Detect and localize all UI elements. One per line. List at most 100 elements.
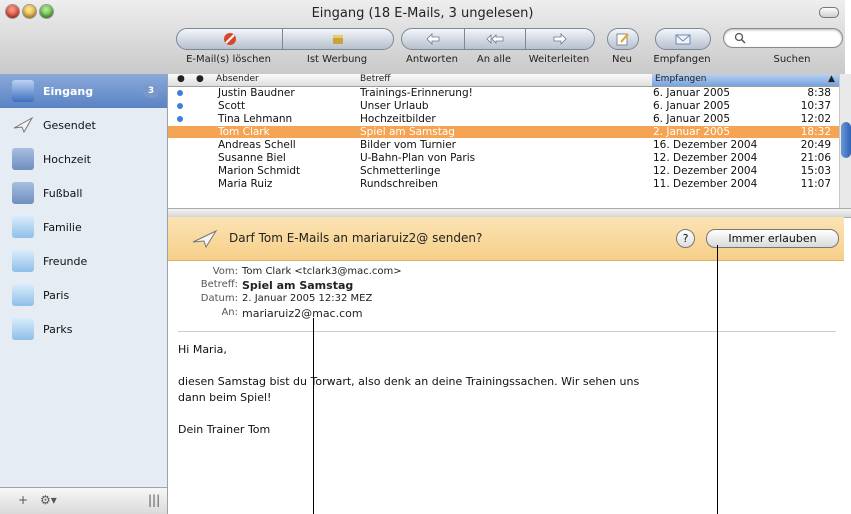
signature: Dein Trainer Tom — [178, 423, 271, 436]
row-date: 6. Januar 2005 — [653, 113, 731, 125]
junk-button[interactable] — [282, 28, 394, 50]
sidebar-item-label: Freunde — [43, 254, 88, 268]
resize-handle-icon[interactable]: ||| — [148, 493, 160, 507]
sidebar-item-familie[interactable]: Familie — [0, 210, 167, 244]
sidebar-footer: + ⚙▾ ||| — [0, 487, 167, 514]
from-key: Vom: — [212, 266, 238, 277]
search-icon — [734, 32, 746, 44]
delete-button[interactable] — [176, 28, 283, 50]
sidebar-item-parks[interactable]: Parks — [0, 312, 167, 346]
sidebar-item-label: Eingang — [43, 84, 94, 98]
header-divider — [178, 331, 836, 332]
row-time: 12:02 — [800, 113, 831, 125]
inbox-icon — [12, 80, 34, 102]
table-row[interactable]: Maria Ruiz Rundschreiben 11. Dezember 20… — [168, 178, 839, 190]
row-sender: Maria Ruiz — [218, 178, 273, 190]
sidebar-item-label: Familie — [43, 220, 82, 234]
unread-dot-icon — [177, 103, 183, 109]
table-row[interactable]: Justin Baudner Trainings-Erinnerung! 6. … — [168, 87, 839, 99]
row-time: 18:32 — [800, 126, 831, 138]
junk-icon — [333, 35, 343, 44]
table-row[interactable]: Tina Lehmann Hochzeitbilder 6. Januar 20… — [168, 113, 839, 125]
search-label: Suchen — [773, 54, 811, 65]
row-sender: Susanne Biel — [218, 152, 286, 164]
sent-paper-plane-icon — [12, 114, 34, 136]
table-row[interactable]: Marion Schmidt Schmetterlinge 12. Dezemb… — [168, 165, 839, 177]
sidebar-item-label: Fußball — [43, 186, 83, 200]
callout-line — [313, 318, 314, 514]
column-received[interactable]: Empfangen — [655, 74, 707, 84]
message-header: Vom: Tom Clark <tclark3@mac.com> Betreff… — [168, 262, 844, 330]
table-row-selected[interactable]: Tom Clark Spiel am Samstag 2. Januar 200… — [168, 126, 839, 138]
row-sender: Tina Lehmann — [218, 113, 293, 125]
get-mail-icon — [675, 34, 691, 45]
get-mail-button[interactable] — [655, 28, 711, 50]
row-date: 11. Dezember 2004 — [653, 178, 758, 190]
to-value[interactable]: mariaruiz2@mac.com — [242, 307, 363, 320]
message-list-scrollbar[interactable] — [839, 74, 851, 208]
sidebar-item-label: Gesendet — [43, 118, 96, 132]
sidebar-item-inbox[interactable]: Eingang 3 — [0, 74, 167, 108]
date-value: 2. Januar 2005 12:32 MEZ — [242, 293, 373, 304]
compose-icon — [616, 33, 629, 46]
row-date: 12. Dezember 2004 — [653, 165, 758, 177]
row-date: 6. Januar 2005 — [653, 87, 731, 99]
window-title: Eingang (18 E-Mails, 3 ungelesen) — [311, 6, 534, 21]
attachment-column-icon[interactable]: ● — [196, 74, 204, 84]
sender-permission-bar: Darf Tom E-Mails an mariaruiz2@ senden? … — [168, 217, 844, 261]
row-time: 21:06 — [800, 152, 831, 164]
unread-column-icon[interactable]: ● — [177, 74, 185, 84]
mailbox-sidebar: Eingang 3 Gesendet Hochzeit Fußball Fami… — [0, 74, 168, 514]
sidebar-item-paris[interactable]: Paris — [0, 278, 167, 312]
table-row[interactable]: Susanne Biel U-Bahn-Plan von Paris 12. D… — [168, 152, 839, 164]
forward-label: Weiterleiten — [528, 54, 590, 65]
title-bar: Eingang (18 E-Mails, 3 ungelesen) E-Mail… — [0, 0, 845, 75]
reply-button[interactable] — [401, 28, 465, 50]
reply-label: Antworten — [406, 54, 458, 65]
sidebar-item-hochzeit[interactable]: Hochzeit — [0, 142, 167, 176]
add-mailbox-icon[interactable]: + — [18, 493, 28, 507]
from-value[interactable]: Tom Clark <tclark3@mac.com> — [242, 266, 402, 277]
subject-key: Betreff: — [200, 279, 238, 290]
reply-all-label: An alle — [476, 54, 512, 65]
always-allow-button[interactable]: Immer erlauben — [706, 229, 839, 248]
forward-button[interactable] — [525, 28, 595, 50]
folder-icon — [12, 250, 34, 272]
column-sender[interactable]: Absender — [216, 74, 259, 84]
row-subject: Rundschreiben — [360, 178, 438, 190]
sidebar-item-label: Paris — [43, 288, 70, 302]
message-body: Hi Maria, diesen Samstag bist du Torwart… — [178, 342, 828, 454]
table-row[interactable]: Scott Unser Urlaub 6. Januar 2005 10:37 — [168, 100, 839, 112]
row-time: 8:38 — [807, 87, 831, 99]
sidebar-item-sent[interactable]: Gesendet — [0, 108, 167, 142]
row-subject: U-Bahn-Plan von Paris — [360, 152, 476, 164]
row-subject: Bilder vom Turnier — [360, 139, 456, 151]
row-time: 15:03 — [800, 165, 831, 177]
row-subject: Spiel am Samstag — [360, 126, 455, 138]
row-subject: Hochzeitbilder — [360, 113, 436, 125]
action-gear-icon[interactable]: ⚙▾ — [40, 493, 57, 507]
sidebar-item-fussball[interactable]: Fußball — [0, 176, 167, 210]
reply-all-button[interactable] — [464, 28, 526, 50]
help-button[interactable]: ? — [676, 229, 695, 248]
reply-all-icon — [486, 34, 504, 44]
sidebar-item-freunde[interactable]: Freunde — [0, 244, 167, 278]
toolbar-toggle-button[interactable] — [819, 7, 839, 18]
row-date: 2. Januar 2005 — [653, 126, 731, 138]
row-time: 10:37 — [800, 100, 831, 112]
to-key: An: — [221, 307, 238, 318]
new-message-button[interactable] — [607, 28, 639, 50]
paper-plane-icon — [192, 229, 218, 249]
search-field[interactable] — [723, 28, 843, 48]
row-time: 11:07 — [800, 178, 831, 190]
table-row[interactable]: Andreas Schell Bilder vom Turnier 16. De… — [168, 139, 839, 151]
row-date: 16. Dezember 2004 — [653, 139, 758, 151]
new-label: Neu — [612, 54, 632, 65]
row-sender: Scott — [218, 100, 246, 112]
unread-count-badge: 3 — [143, 85, 159, 98]
unread-dot-icon — [177, 116, 183, 122]
forward-arrow-icon — [553, 33, 567, 45]
folder-icon — [12, 318, 34, 340]
column-subject[interactable]: Betreff — [360, 74, 390, 84]
scrollbar-thumb[interactable] — [841, 122, 851, 158]
